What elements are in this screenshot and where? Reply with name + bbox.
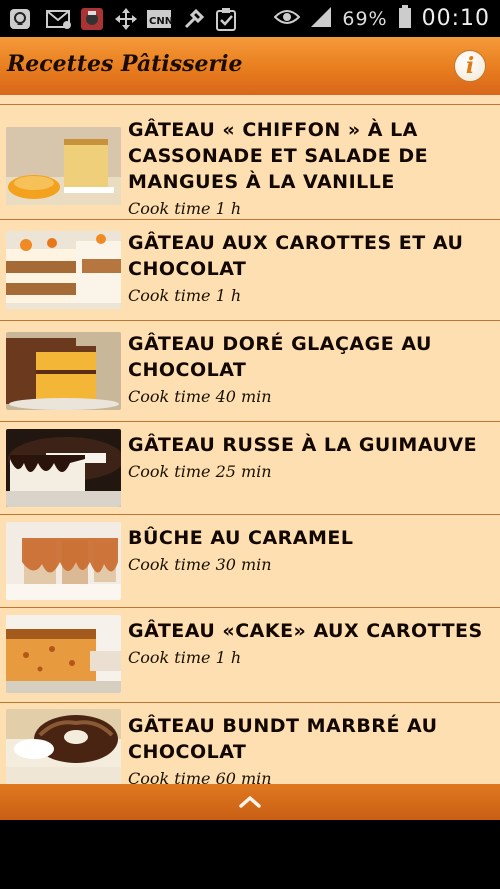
- recipe-thumbnail: [6, 709, 121, 784]
- list-divider: [0, 95, 500, 105]
- cnn-icon: CNN: [146, 7, 173, 31]
- signal-icon: [310, 6, 332, 32]
- move-icon: [114, 7, 138, 31]
- recipe-row[interactable]: GÂTEAU AUX CAROTTES ET AU CHOCOLAT Cook …: [0, 220, 500, 321]
- recipe-row[interactable]: GÂTEAU « CHIFFON » À LA CASSONADE ET SAL…: [0, 105, 500, 220]
- recipe-row[interactable]: GÂTEAU BUNDT MARBRÉ AU CHOCOLAT Cook tim…: [0, 703, 500, 784]
- recipe-list[interactable]: GÂTEAU « CHIFFON » À LA CASSONADE ET SAL…: [0, 95, 500, 784]
- navigation-area: [0, 820, 500, 889]
- signal-percent: 69%: [342, 7, 388, 30]
- recipe-title: GÂTEAU BUNDT MARBRÉ AU CHOCOLAT: [128, 715, 438, 763]
- recipe-title: BÛCHE AU CARAMEL: [128, 527, 354, 549]
- status-clock: 00:10: [421, 6, 490, 31]
- recipe-thumbnail: [6, 522, 121, 600]
- app-icon: [80, 7, 104, 31]
- clipboard-check-icon: [214, 7, 238, 31]
- app-bar: Recettes Pâtisserie i: [0, 37, 500, 96]
- recipe-cook-time: Cook time 60 min: [128, 769, 272, 784]
- tools-icon: [182, 7, 206, 31]
- recipe-thumbnail: [6, 332, 121, 410]
- email-icon: [46, 7, 71, 31]
- recipe-title: GÂTEAU RUSSE À LA GUIMAUVE: [128, 434, 478, 456]
- recipe-row[interactable]: GÂTEAU RUSSE À LA GUIMAUVE Cook time 25 …: [0, 422, 500, 515]
- recipe-row[interactable]: GÂTEAU «CAKE» AUX CAROTTES Cook time 1 h: [0, 608, 500, 703]
- status-bar: CNN 69% 00:10: [0, 0, 500, 37]
- svg-text:CNN: CNN: [149, 16, 172, 27]
- recipe-cook-time: Cook time 30 min: [128, 555, 272, 574]
- recipe-thumbnail: [6, 231, 121, 309]
- recipe-cook-time: Cook time 40 min: [128, 387, 272, 406]
- recipe-cook-time: Cook time 1 h: [128, 648, 242, 667]
- eye-icon: [273, 8, 301, 30]
- bottom-bar: [0, 784, 500, 820]
- recipe-cook-time: Cook time 1 h: [128, 286, 242, 305]
- app-title: Recettes Pâtisserie: [7, 51, 243, 77]
- scroll-up-button[interactable]: [238, 791, 262, 811]
- recipe-title: GÂTEAU AUX CAROTTES ET AU CHOCOLAT: [128, 232, 464, 280]
- recipe-title: GÂTEAU DORÉ GLAÇAGE AU CHOCOLAT: [128, 333, 432, 381]
- recipe-row[interactable]: GÂTEAU DORÉ GLAÇAGE AU CHOCOLAT Cook tim…: [0, 321, 500, 422]
- chevron-up-icon: [238, 796, 262, 815]
- bbm-icon: [8, 7, 32, 31]
- recipe-thumbnail: [6, 429, 121, 507]
- recipe-cook-time: Cook time 1 h: [128, 199, 242, 218]
- recipe-thumbnail: [6, 127, 121, 205]
- recipe-cook-time: Cook time 25 min: [128, 462, 272, 481]
- battery-icon: [398, 4, 412, 33]
- recipe-thumbnail: [6, 615, 121, 693]
- recipe-title: GÂTEAU «CAKE» AUX CAROTTES: [128, 620, 483, 642]
- recipe-row[interactable]: BÛCHE AU CARAMEL Cook time 30 min: [0, 515, 500, 608]
- recipe-title: GÂTEAU « CHIFFON » À LA CASSONADE ET SAL…: [128, 119, 429, 193]
- info-button[interactable]: i: [454, 50, 486, 82]
